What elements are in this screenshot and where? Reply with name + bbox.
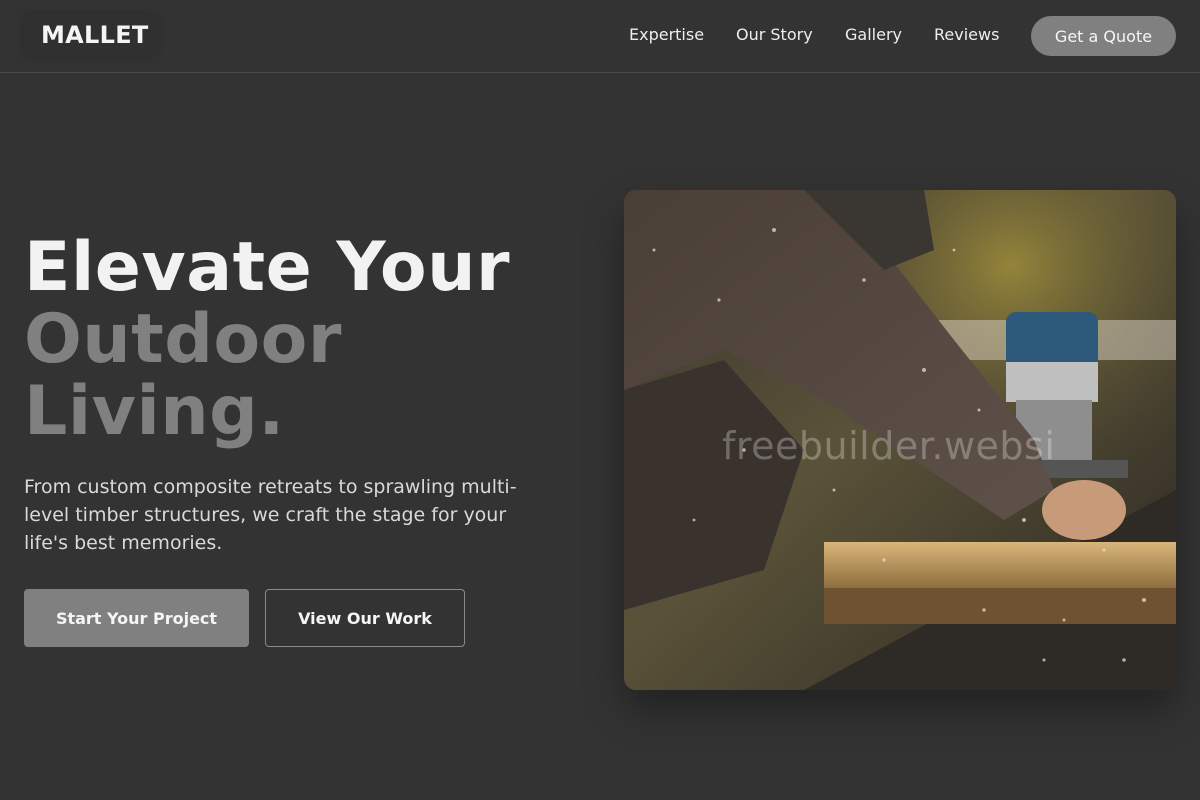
headline-line-3: Living.: [24, 372, 285, 451]
view-work-button[interactable]: View Our Work: [265, 589, 465, 647]
hero-subtext: From custom composite retreats to sprawl…: [24, 476, 517, 554]
headline-line-1: Elevate Your: [24, 228, 511, 307]
logo[interactable]: MALLET: [24, 14, 156, 56]
get-quote-button[interactable]: Get a Quote: [1031, 16, 1176, 56]
nav-link-reviews[interactable]: Reviews: [934, 25, 999, 44]
hero-headline: Elevate Your Outdoor Living.: [24, 232, 584, 448]
nav-link-our-story[interactable]: Our Story: [736, 25, 813, 44]
nav-link-expertise[interactable]: Expertise: [629, 25, 704, 44]
site-header: MALLET Expertise Our Story Gallery Revie…: [0, 0, 1200, 73]
image-watermark: freebuilder.websi: [722, 424, 1056, 468]
start-project-button[interactable]: Start Your Project: [24, 589, 249, 647]
headline-line-2: Outdoor: [24, 300, 342, 379]
hero-image: freebuilder.websi: [624, 190, 1176, 690]
nav-link-gallery[interactable]: Gallery: [845, 25, 902, 44]
